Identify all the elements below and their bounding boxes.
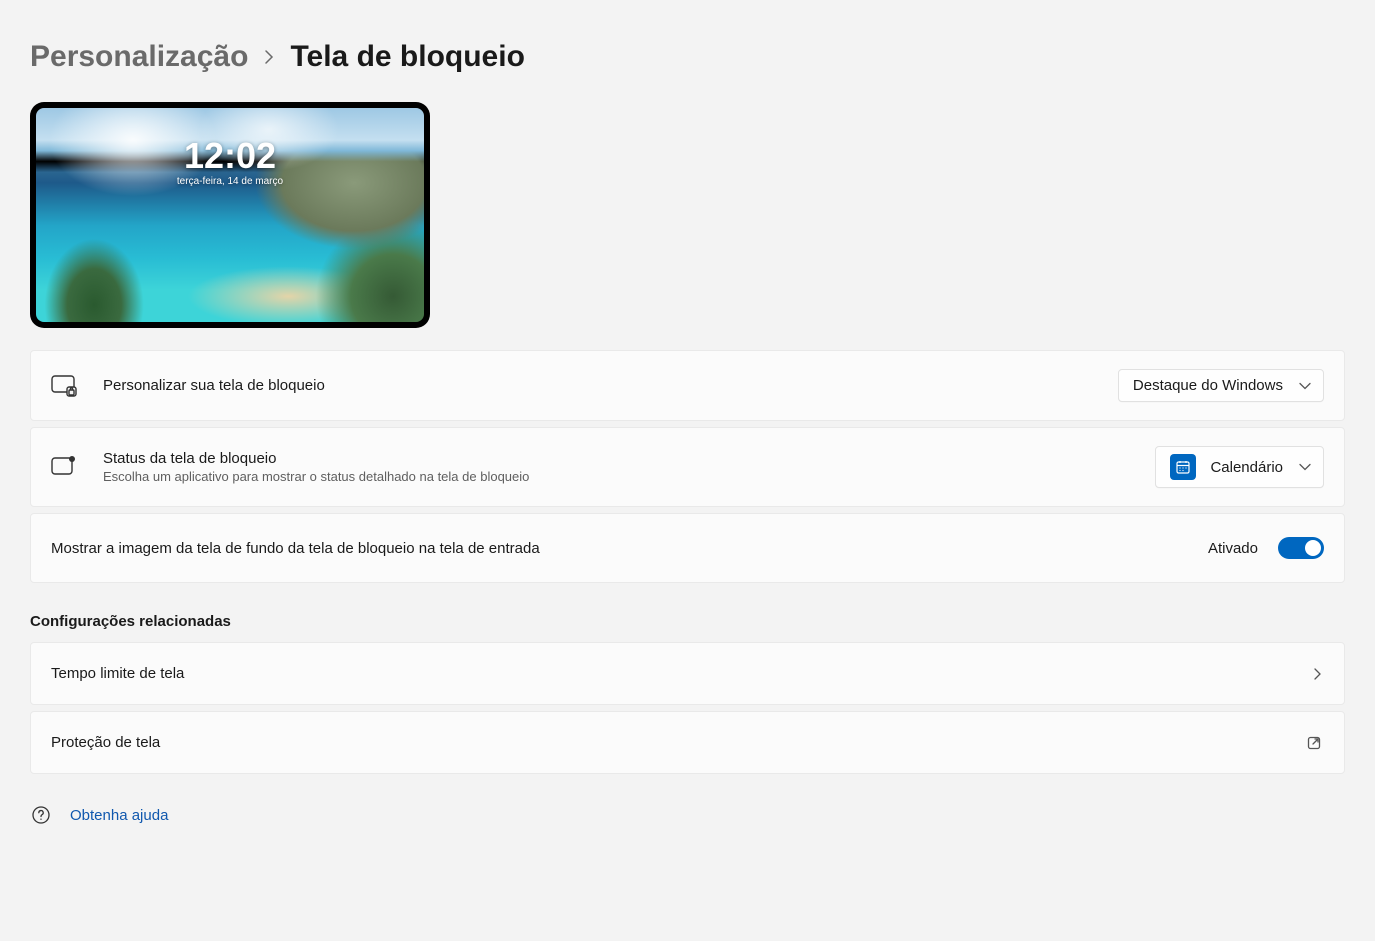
related-link-label: Tempo limite de tela <box>51 665 184 682</box>
chevron-down-icon <box>1299 463 1311 471</box>
preview-time: 12:02 <box>184 138 276 174</box>
signin-background-toggle[interactable] <box>1278 537 1324 559</box>
related-settings-list: Tempo limite de tela Proteção de tela <box>30 642 1345 774</box>
setting-title: Personalizar sua tela de bloqueio <box>103 377 1092 394</box>
get-help-link[interactable]: Obtenha ajuda <box>70 807 168 824</box>
breadcrumb-parent[interactable]: Personalização <box>30 40 248 74</box>
lock-screen-icon <box>51 373 77 399</box>
settings-list: Personalizar sua tela de bloqueio Destaq… <box>30 350 1345 583</box>
personalize-dropdown[interactable]: Destaque do Windows <box>1118 369 1324 402</box>
lock-screen-preview-image: 12:02 terça-feira, 14 de março <box>36 108 424 322</box>
dropdown-value: Destaque do Windows <box>1133 377 1283 394</box>
page-title: Tela de bloqueio <box>290 40 524 74</box>
open-external-icon <box>1306 735 1322 751</box>
help-row: Obtenha ajuda <box>30 804 1345 830</box>
breadcrumb: Personalização Tela de bloqueio <box>30 40 1345 74</box>
related-settings-heading: Configurações relacionadas <box>30 613 1345 630</box>
related-link[interactable]: Tempo limite de tela <box>30 642 1345 705</box>
toggle-state-label: Ativado <box>1208 540 1258 557</box>
related-link-external[interactable]: Proteção de tela <box>30 711 1345 774</box>
setting-title: Mostrar a imagem da tela de fundo da tel… <box>51 540 1182 557</box>
status-app-dropdown[interactable]: Calendário <box>1155 446 1324 488</box>
calendar-icon <box>1170 454 1196 480</box>
help-icon <box>30 804 52 826</box>
setting-lock-screen-status[interactable]: Status da tela de bloqueio Escolha um ap… <box>30 427 1345 507</box>
chevron-right-icon <box>264 49 274 65</box>
setting-subtitle: Escolha um aplicativo para mostrar o sta… <box>103 469 1129 484</box>
dropdown-value: Calendário <box>1210 459 1283 476</box>
setting-signin-background[interactable]: Mostrar a imagem da tela de fundo da tel… <box>30 513 1345 583</box>
setting-personalize-lock-screen[interactable]: Personalizar sua tela de bloqueio Destaq… <box>30 350 1345 421</box>
status-app-icon <box>51 454 77 480</box>
setting-title: Status da tela de bloqueio <box>103 450 1129 467</box>
chevron-down-icon <box>1299 382 1311 390</box>
lock-screen-preview: 12:02 terça-feira, 14 de março <box>30 102 430 328</box>
related-link-label: Proteção de tela <box>51 734 160 751</box>
preview-date: terça-feira, 14 de março <box>177 176 283 187</box>
chevron-right-icon <box>1313 667 1322 681</box>
